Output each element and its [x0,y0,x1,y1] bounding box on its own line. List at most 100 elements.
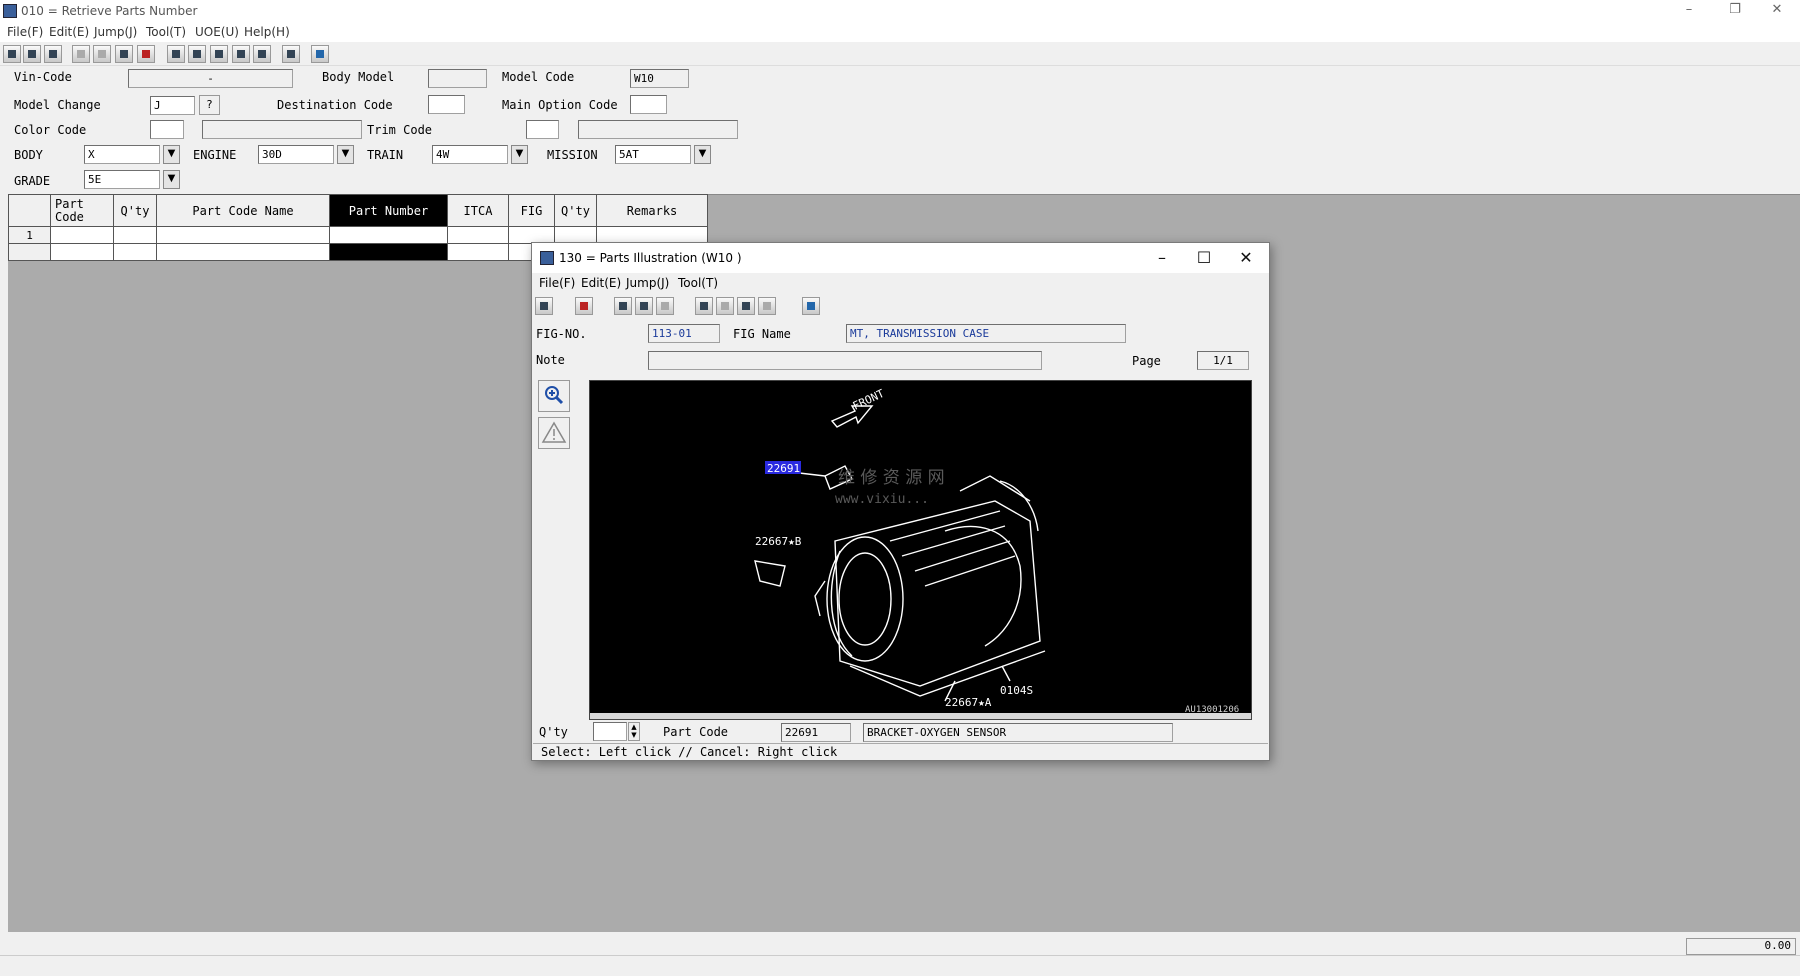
cell-remarks[interactable] [596,226,708,244]
grade-select[interactable]: 5E [84,170,160,189]
child-parts-icon[interactable] [575,297,593,315]
save-icon[interactable] [23,45,41,63]
cell-qty[interactable] [113,243,157,261]
menu-help[interactable]: Help(H) [244,25,290,39]
body-select[interactable]: X [84,145,160,164]
open-icon[interactable] [3,45,21,63]
cell-fig[interactable] [508,226,555,244]
child-maximize-button[interactable]: ☐ [1184,247,1224,269]
parts-illustration[interactable]: FRONT 22691 22667★B 22667★A 0104S 维 修 资 … [589,380,1252,720]
model-change-field[interactable]: J [150,96,195,115]
table-copy-icon[interactable] [188,45,206,63]
child-print-icon[interactable] [535,297,553,315]
restore-button[interactable]: ❐ [1712,0,1758,22]
body-dropdown-icon[interactable]: ▼ [163,145,180,164]
trim-code-field[interactable] [526,120,559,139]
child-fig-next-icon[interactable] [656,297,674,315]
cell-itca[interactable] [447,243,509,261]
child-page-prev-icon[interactable] [716,297,734,315]
exit-icon[interactable] [311,45,329,63]
user-icon[interactable] [253,45,271,63]
col-remarks[interactable]: Remarks [596,194,708,227]
illustration-icon[interactable] [210,45,228,63]
parts-list-icon[interactable] [115,45,133,63]
engine-select[interactable]: 30D [258,145,334,164]
illustration-scrollbar[interactable] [590,713,1252,720]
train-select[interactable]: 4W [432,145,508,164]
cell-part-code[interactable] [50,226,114,244]
model-code-field[interactable]: W10 [630,69,689,88]
filter-icon[interactable] [72,45,90,63]
cell-part-code[interactable] [50,243,114,261]
table-icon[interactable] [167,45,185,63]
col-itca[interactable]: ITCA [447,194,509,227]
col-part-code-name[interactable]: Part Code Name [156,194,330,227]
mission-label: MISSION [547,148,598,162]
grade-dropdown-icon[interactable]: ▼ [163,170,180,189]
child-fig-first-icon[interactable] [614,297,632,315]
col-fig[interactable]: FIG [508,194,555,227]
child-status-bar: Select: Left click // Cancel: Right clic… [533,743,1268,759]
col-qty-2[interactable]: Q'ty [554,194,597,227]
callout-22691[interactable]: 22691 [767,462,800,475]
callout-22667a[interactable]: 22667★A [945,696,992,709]
child-menu-edit[interactable]: Edit(E) [581,276,621,290]
filter-clear-icon[interactable] [93,45,111,63]
window-icon[interactable] [282,45,300,63]
child-app-icon [540,251,554,265]
child-fig-prev-icon[interactable] [635,297,653,315]
col-part-number[interactable]: Part Number [329,194,448,227]
mission-dropdown-icon[interactable]: ▼ [694,145,711,164]
engine-dropdown-icon[interactable]: ▼ [337,145,354,164]
child-exit-icon[interactable] [802,297,820,315]
cell-part-number[interactable] [329,226,448,244]
body-model-field[interactable] [428,69,487,88]
child-close-button[interactable]: ✕ [1226,247,1266,269]
table-row[interactable]: 1 [8,226,708,244]
window-title: 010 = Retrieve Parts Number [21,4,198,18]
menu-uoe[interactable]: UOE(U) [195,25,239,39]
warning-icon[interactable] [538,417,570,449]
cell-qty-2[interactable] [554,226,597,244]
vin-code-field[interactable]: - [128,69,293,88]
child-page-last-icon[interactable] [758,297,776,315]
status-bar [0,955,1800,976]
menu-jump[interactable]: Jump(J) [94,25,137,39]
cell-part-code-name[interactable] [156,243,330,261]
cell-itca[interactable] [447,226,509,244]
color-code-field[interactable] [150,120,184,139]
color-code-label: Color Code [14,123,87,137]
child-qty-field[interactable] [593,722,627,741]
mission-select[interactable]: 5AT [615,145,691,164]
callout-22667b[interactable]: 22667★B [755,535,802,548]
child-menu-jump[interactable]: Jump(J) [626,276,669,290]
menu-tool[interactable]: Tool(T) [146,25,186,39]
child-page-next-icon[interactable] [737,297,755,315]
train-dropdown-icon[interactable]: ▼ [511,145,528,164]
callout-0104s[interactable]: 0104S [1000,684,1033,697]
parts-search-icon[interactable] [137,45,155,63]
child-menu-file[interactable]: File(F) [539,276,575,290]
minimize-button[interactable]: – [1666,0,1712,22]
menu-file[interactable]: File(F) [7,25,43,39]
qty-spinner[interactable]: ▲ ▼ [628,722,640,741]
menu-edit[interactable]: Edit(E) [49,25,89,39]
col-qty[interactable]: Q'ty [113,194,157,227]
col-part-code[interactable]: Part Code [50,194,114,227]
cell-part-code-name[interactable] [156,226,330,244]
cell-qty[interactable] [113,226,157,244]
print-icon[interactable] [44,45,62,63]
main-toolbar [0,42,1800,66]
close-button[interactable]: ✕ [1754,0,1800,22]
main-option-code-field[interactable] [630,95,667,114]
zoom-icon[interactable] [538,380,570,412]
destination-code-field[interactable] [428,95,465,114]
model-change-help-button[interactable]: ? [199,95,220,115]
note-label: Note [536,353,565,367]
child-menu-tool[interactable]: Tool(T) [678,276,718,290]
child-page-first-icon[interactable] [695,297,713,315]
child-window-title: 130 = Parts Illustration (W10 ) [559,251,742,265]
upload-icon[interactable] [232,45,250,63]
cell-part-number[interactable] [329,243,448,261]
child-minimize-button[interactable]: – [1142,247,1182,269]
